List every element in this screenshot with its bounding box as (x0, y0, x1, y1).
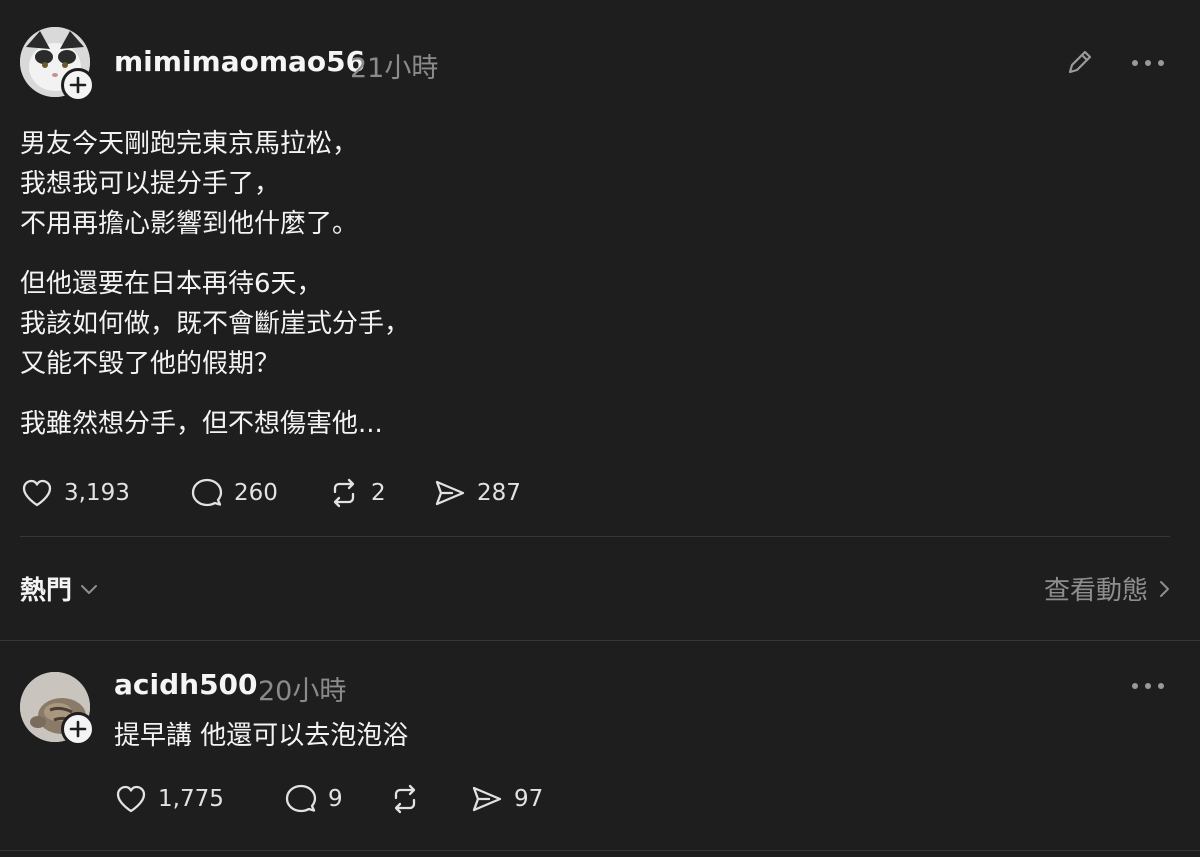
edit-button[interactable] (1062, 44, 1098, 80)
reply-timestamp: 20小時 (258, 676, 347, 707)
share-button[interactable]: 287 (433, 476, 521, 510)
follow-button[interactable] (61, 68, 95, 102)
share-count: 287 (477, 480, 521, 506)
post-username[interactable]: mimimaomao56 (114, 45, 365, 78)
repost-button[interactable]: 2 (327, 476, 386, 510)
share-button[interactable]: 97 (470, 782, 543, 816)
edit-icon (1068, 50, 1092, 74)
reply-body: 提早講 他還可以去泡泡浴 (114, 721, 409, 751)
post-paragraph: 男友今天剛跑完東京馬拉松， 我想我可以提分手了， 不用再擔心影響到他什麼了。 (20, 129, 359, 239)
more-icon (1132, 60, 1164, 66)
sort-label: 熱門 (20, 576, 73, 606)
like-button[interactable]: 1,775 (114, 782, 224, 816)
repost-count: 2 (371, 480, 386, 506)
divider (0, 640, 1200, 641)
comment-count: 260 (234, 480, 278, 506)
share-count: 97 (514, 786, 544, 812)
post-paragraph: 我雖然想分手，但不想傷害他... (20, 409, 383, 439)
post-timestamp: 21小時 (350, 53, 439, 84)
post-paragraph: 但他還要在日本再待6天， 我該如何做，既不會斷崖式分手， 又能不毀了他的假期？ (20, 269, 411, 379)
plus-icon (69, 720, 87, 738)
view-activity-label: 查看動態 (1043, 576, 1148, 606)
main-post: mimimaomao56 21小時 男友今天剛跑完東京馬拉松， 我想我可以提分手… (0, 0, 1200, 540)
sort-dropdown[interactable]: 熱門 (20, 570, 98, 607)
divider (20, 536, 1170, 537)
more-button[interactable] (1128, 673, 1168, 699)
heart-icon (22, 479, 52, 507)
reply-username[interactable]: acidh500 (114, 668, 258, 701)
plus-icon (69, 76, 87, 94)
chevron-down-icon (81, 584, 98, 594)
divider (0, 850, 1200, 851)
comment-button[interactable]: 260 (190, 476, 278, 510)
comment-button[interactable]: 9 (284, 782, 343, 816)
repost-button[interactable] (388, 782, 422, 816)
comment-count: 9 (328, 786, 343, 812)
comment-icon (285, 784, 317, 813)
chevron-right-icon (1160, 580, 1169, 597)
post-body: 男友今天剛跑完東京馬拉松， 我想我可以提分手了， 不用再擔心影響到他什麼了。 但… (20, 124, 410, 444)
more-button[interactable] (1128, 50, 1168, 76)
repost-icon (394, 784, 416, 814)
view-activity-link[interactable]: 查看動態 (1044, 570, 1170, 607)
more-icon (1132, 683, 1164, 689)
like-button[interactable]: 3,193 (20, 476, 130, 510)
share-icon (435, 480, 465, 506)
heart-icon (116, 785, 146, 813)
comment-icon (191, 478, 223, 507)
like-count: 3,193 (64, 480, 130, 506)
share-icon (472, 786, 502, 812)
follow-button[interactable] (61, 712, 95, 746)
repost-icon (333, 478, 355, 508)
like-count: 1,775 (158, 786, 224, 812)
